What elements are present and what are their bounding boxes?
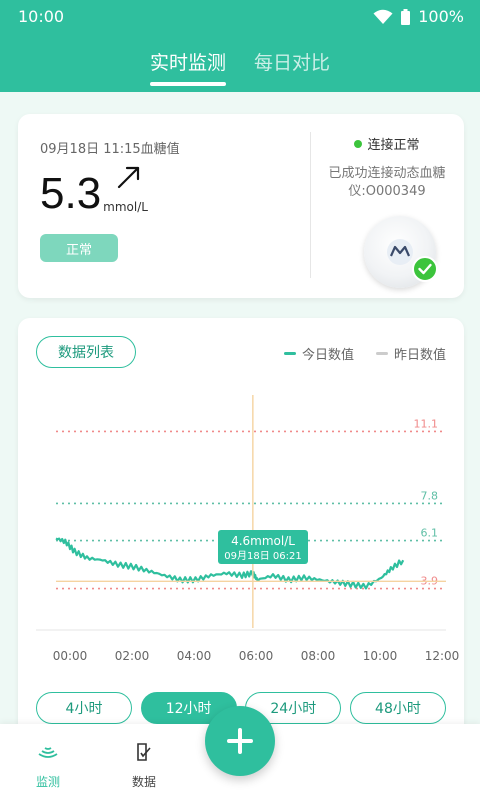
legend-yesterday-swatch	[375, 352, 388, 355]
nav-monitor-label: 监测	[35, 775, 60, 789]
range-4h-button[interactable]: 4小时	[36, 692, 132, 724]
legend-yesterday: 昨日数值	[375, 344, 446, 363]
nav-data[interactable]: 数据	[114, 740, 174, 790]
check-icon	[412, 256, 438, 282]
range-48h-button[interactable]: 48小时	[349, 692, 446, 724]
header-bar: 10:00 100% 实时监测 每日对比	[0, 0, 480, 92]
status-bar: 10:00 100%	[0, 0, 480, 34]
status-time: 10:00	[18, 7, 65, 26]
chart-card: 数据列表 今日数值 昨日数值	[18, 318, 464, 738]
chart-legend: 今日数值 昨日数值	[283, 344, 446, 363]
wifi-icon	[373, 9, 393, 24]
tab-bar: 实时监测 每日对比	[0, 48, 480, 86]
battery-icon	[401, 8, 411, 25]
nav-data-label: 数据	[131, 775, 156, 789]
add-button[interactable]	[205, 706, 275, 776]
reading-section: 09月18日 11:15血糖值 5.3 mmol/L 正常	[40, 138, 300, 262]
glucose-value: 5.3	[40, 169, 102, 218]
tab-daily-compare[interactable]: 每日对比	[254, 48, 330, 86]
nav-monitor[interactable]: 监测	[18, 740, 78, 790]
legend-today-swatch	[283, 352, 296, 355]
reading-card: 09月18日 11:15血糖值 5.3 mmol/L 正常 连接正常 已成功连接…	[18, 114, 464, 298]
tab-realtime[interactable]: 实时监测	[149, 48, 227, 86]
legend-today: 今日数值	[283, 344, 354, 363]
data-icon	[137, 743, 151, 761]
card-divider	[310, 132, 311, 278]
legend-today-label: 今日数值	[301, 348, 354, 363]
connection-status-text: 连接正常	[367, 138, 420, 153]
arrow-up-right-icon	[117, 166, 140, 189]
device-description: 已成功连接动态血糖仪:O000349	[328, 166, 446, 199]
status-badge: 正常	[40, 234, 118, 262]
plus-icon	[227, 728, 253, 754]
connected-dot-icon	[354, 139, 363, 148]
legend-yesterday-label: 昨日数值	[393, 348, 446, 363]
reading-time-label: 09月18日 11:15血糖值	[40, 142, 180, 157]
device-section: 连接正常 已成功连接动态血糖仪:O000349	[316, 134, 458, 288]
data-list-button[interactable]: 数据列表	[36, 336, 136, 368]
monitor-icon	[38, 747, 58, 758]
glucose-unit: mmol/L	[103, 200, 148, 214]
battery-percent: 100%	[418, 7, 464, 26]
status-right: 100%	[373, 7, 464, 26]
connection-status: 连接正常	[316, 134, 458, 153]
